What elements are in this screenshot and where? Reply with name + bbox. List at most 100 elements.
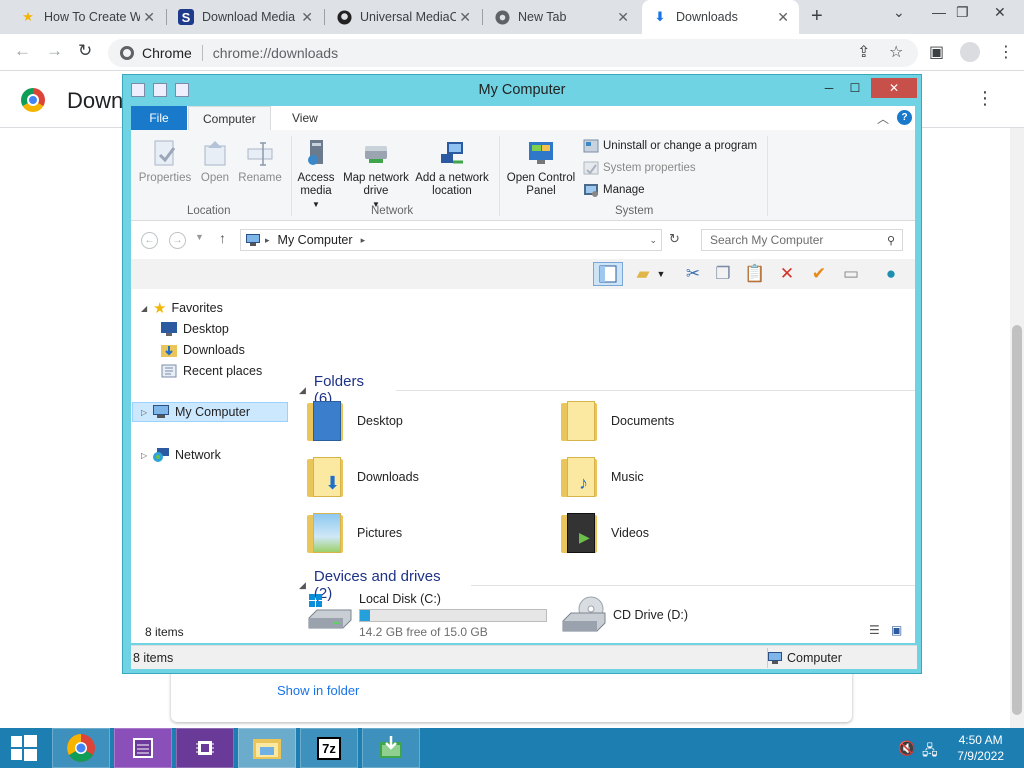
close-window-icon[interactable]: ✕	[994, 4, 1006, 21]
close-button[interactable]: ✕	[871, 78, 917, 98]
refresh-icon[interactable]: ↻	[669, 231, 680, 247]
copy-icon[interactable]: ❐	[711, 262, 735, 286]
nav-network[interactable]: ▷ Network	[141, 445, 221, 465]
preview-pane-icon[interactable]	[593, 262, 623, 286]
tab-how-to-create[interactable]: ★ How To Create W ✕	[10, 0, 165, 34]
chevron-down-icon[interactable]: ⌄	[893, 4, 905, 21]
open-control-panel-button[interactable]: Open Control Panel	[505, 138, 577, 198]
up-icon[interactable]: ↑	[219, 230, 226, 246]
minimize-icon[interactable]: ─	[819, 78, 839, 98]
scrollbar-thumb[interactable]	[1012, 325, 1022, 715]
folder-options-icon[interactable]: ▰	[631, 262, 655, 286]
tab-downloads[interactable]: ⬇ Downloads ✕	[642, 0, 799, 34]
taskbar-file-explorer[interactable]	[238, 728, 296, 768]
expand-icon[interactable]: ▷	[141, 408, 153, 417]
dropdown-icon[interactable]: ▼	[655, 262, 667, 286]
chevron-down-icon[interactable]: ⌄	[649, 235, 657, 246]
open-button[interactable]: Open	[195, 138, 235, 185]
collapse-icon[interactable]: ◢	[299, 385, 306, 396]
chrome-icon	[67, 734, 95, 762]
tab-view[interactable]: View	[278, 106, 332, 130]
forward-icon[interactable]: →	[46, 41, 63, 61]
nav-my-computer[interactable]: ▷ My Computer	[132, 402, 288, 422]
folder-videos[interactable]: ▶ Videos	[561, 511, 649, 555]
taskbar-app-calculator[interactable]	[114, 728, 172, 768]
collapse-icon[interactable]: ◢	[299, 580, 306, 591]
paste-icon[interactable]: 📋	[743, 262, 767, 286]
chevron-right-icon[interactable]: ▸	[361, 235, 366, 246]
uninstall-program-button[interactable]: Uninstall or change a program	[583, 138, 757, 154]
cut-icon[interactable]: ✂	[681, 262, 705, 286]
nav-desktop[interactable]: Desktop	[161, 319, 229, 339]
profile-icon[interactable]	[960, 42, 980, 62]
checkmark-icon[interactable]: ✔	[807, 262, 831, 286]
back-icon[interactable]: ←	[141, 232, 158, 249]
expand-icon[interactable]: ◢	[141, 304, 153, 313]
system-properties-button[interactable]: System properties	[583, 160, 696, 176]
close-icon[interactable]: ✕	[777, 9, 789, 26]
close-icon[interactable]: ✕	[459, 9, 471, 26]
restore-icon[interactable]: ❐	[956, 4, 969, 21]
tab-file[interactable]: File	[131, 106, 187, 130]
folder-music[interactable]: ♪ Music	[561, 455, 644, 499]
rename-icon[interactable]: ▭	[839, 262, 863, 286]
minimize-icon[interactable]: —	[932, 4, 946, 20]
details-view-icon[interactable]: ☰	[869, 623, 880, 637]
drive-c[interactable]: Local Disk (C:) 14.2 GB free of 15.0 GB	[307, 592, 547, 639]
folder-label: Music	[611, 470, 644, 484]
recent-locations-icon[interactable]: ▼	[195, 232, 204, 242]
nav-label: Recent places	[183, 364, 263, 378]
new-tab-button[interactable]: +	[811, 5, 823, 28]
search-placeholder: Search My Computer	[710, 233, 824, 247]
manage-button[interactable]: Manage	[583, 182, 645, 198]
properties-button[interactable]: Properties	[139, 138, 191, 185]
tab-computer[interactable]: Computer	[188, 106, 271, 130]
large-icons-view-icon[interactable]: ▣	[891, 623, 902, 637]
expand-icon[interactable]: ▷	[141, 451, 153, 460]
taskbar-chrome[interactable]	[52, 728, 110, 768]
start-button[interactable]	[0, 728, 48, 768]
folder-documents[interactable]: Documents	[561, 399, 674, 443]
close-icon[interactable]: ✕	[301, 9, 313, 26]
tab-download-media[interactable]: S Download Media ✕	[168, 0, 323, 34]
share-icon[interactable]: ⇪	[857, 42, 870, 62]
nav-favorites[interactable]: ◢ ★ Favorites	[141, 298, 223, 318]
menu-icon[interactable]: ⋮	[998, 42, 1014, 62]
network-tray-icon[interactable]: 🖧	[922, 740, 938, 764]
globe-icon[interactable]: ●	[879, 262, 903, 286]
help-icon[interactable]: ?	[897, 110, 912, 125]
sidebar-icon[interactable]: ▣	[929, 42, 944, 62]
chevron-right-icon[interactable]: ▸	[265, 235, 270, 246]
back-icon[interactable]: ←	[14, 41, 31, 61]
nav-downloads[interactable]: Downloads	[161, 340, 245, 360]
folder-pictures[interactable]: Pictures	[307, 511, 402, 555]
chevron-up-icon[interactable]: ︿	[877, 110, 889, 127]
search-input[interactable]: Search My Computer ⚲	[701, 229, 903, 251]
delete-icon[interactable]: ✕	[775, 262, 799, 286]
tab-universal-media[interactable]: Universal MediaC ✕	[326, 0, 481, 34]
show-in-folder-link[interactable]: Show in folder	[277, 683, 359, 698]
close-icon[interactable]: ✕	[617, 9, 629, 26]
taskbar-app-cpu[interactable]	[176, 728, 234, 768]
taskbar-app-green[interactable]	[362, 728, 420, 768]
add-network-location-button[interactable]: Add a network location	[413, 138, 491, 198]
nav-recent-places[interactable]: Recent places	[161, 361, 262, 381]
maximize-icon[interactable]: ☐	[845, 78, 865, 98]
map-network-drive-button[interactable]: Map network drive ▼	[339, 138, 413, 211]
speaker-muted-icon[interactable]: 🔇	[898, 740, 915, 757]
address-field[interactable]: ▸ My Computer ▸ ⌄	[240, 229, 662, 251]
bookmark-star-icon[interactable]: ☆	[889, 42, 903, 62]
forward-icon[interactable]: →	[169, 232, 186, 249]
rename-button[interactable]: Rename	[237, 138, 283, 185]
close-icon[interactable]: ✕	[143, 9, 155, 26]
folder-desktop[interactable]: Desktop	[307, 399, 403, 443]
address-bar[interactable]: Chrome chrome://downloads	[108, 39, 918, 67]
taskbar-7zip[interactable]: 7z	[300, 728, 358, 768]
more-icon[interactable]: ⋮	[976, 88, 994, 109]
drive-d[interactable]: CD Drive (D:)	[561, 595, 688, 635]
tab-new-tab[interactable]: New Tab ✕	[484, 0, 639, 34]
access-media-button[interactable]: Access media ▼	[295, 138, 337, 211]
clock[interactable]: 4:50 AM 7/9/2022	[957, 732, 1004, 764]
folder-downloads[interactable]: ⬇ Downloads	[307, 455, 419, 499]
reload-icon[interactable]: ↻	[78, 41, 92, 61]
